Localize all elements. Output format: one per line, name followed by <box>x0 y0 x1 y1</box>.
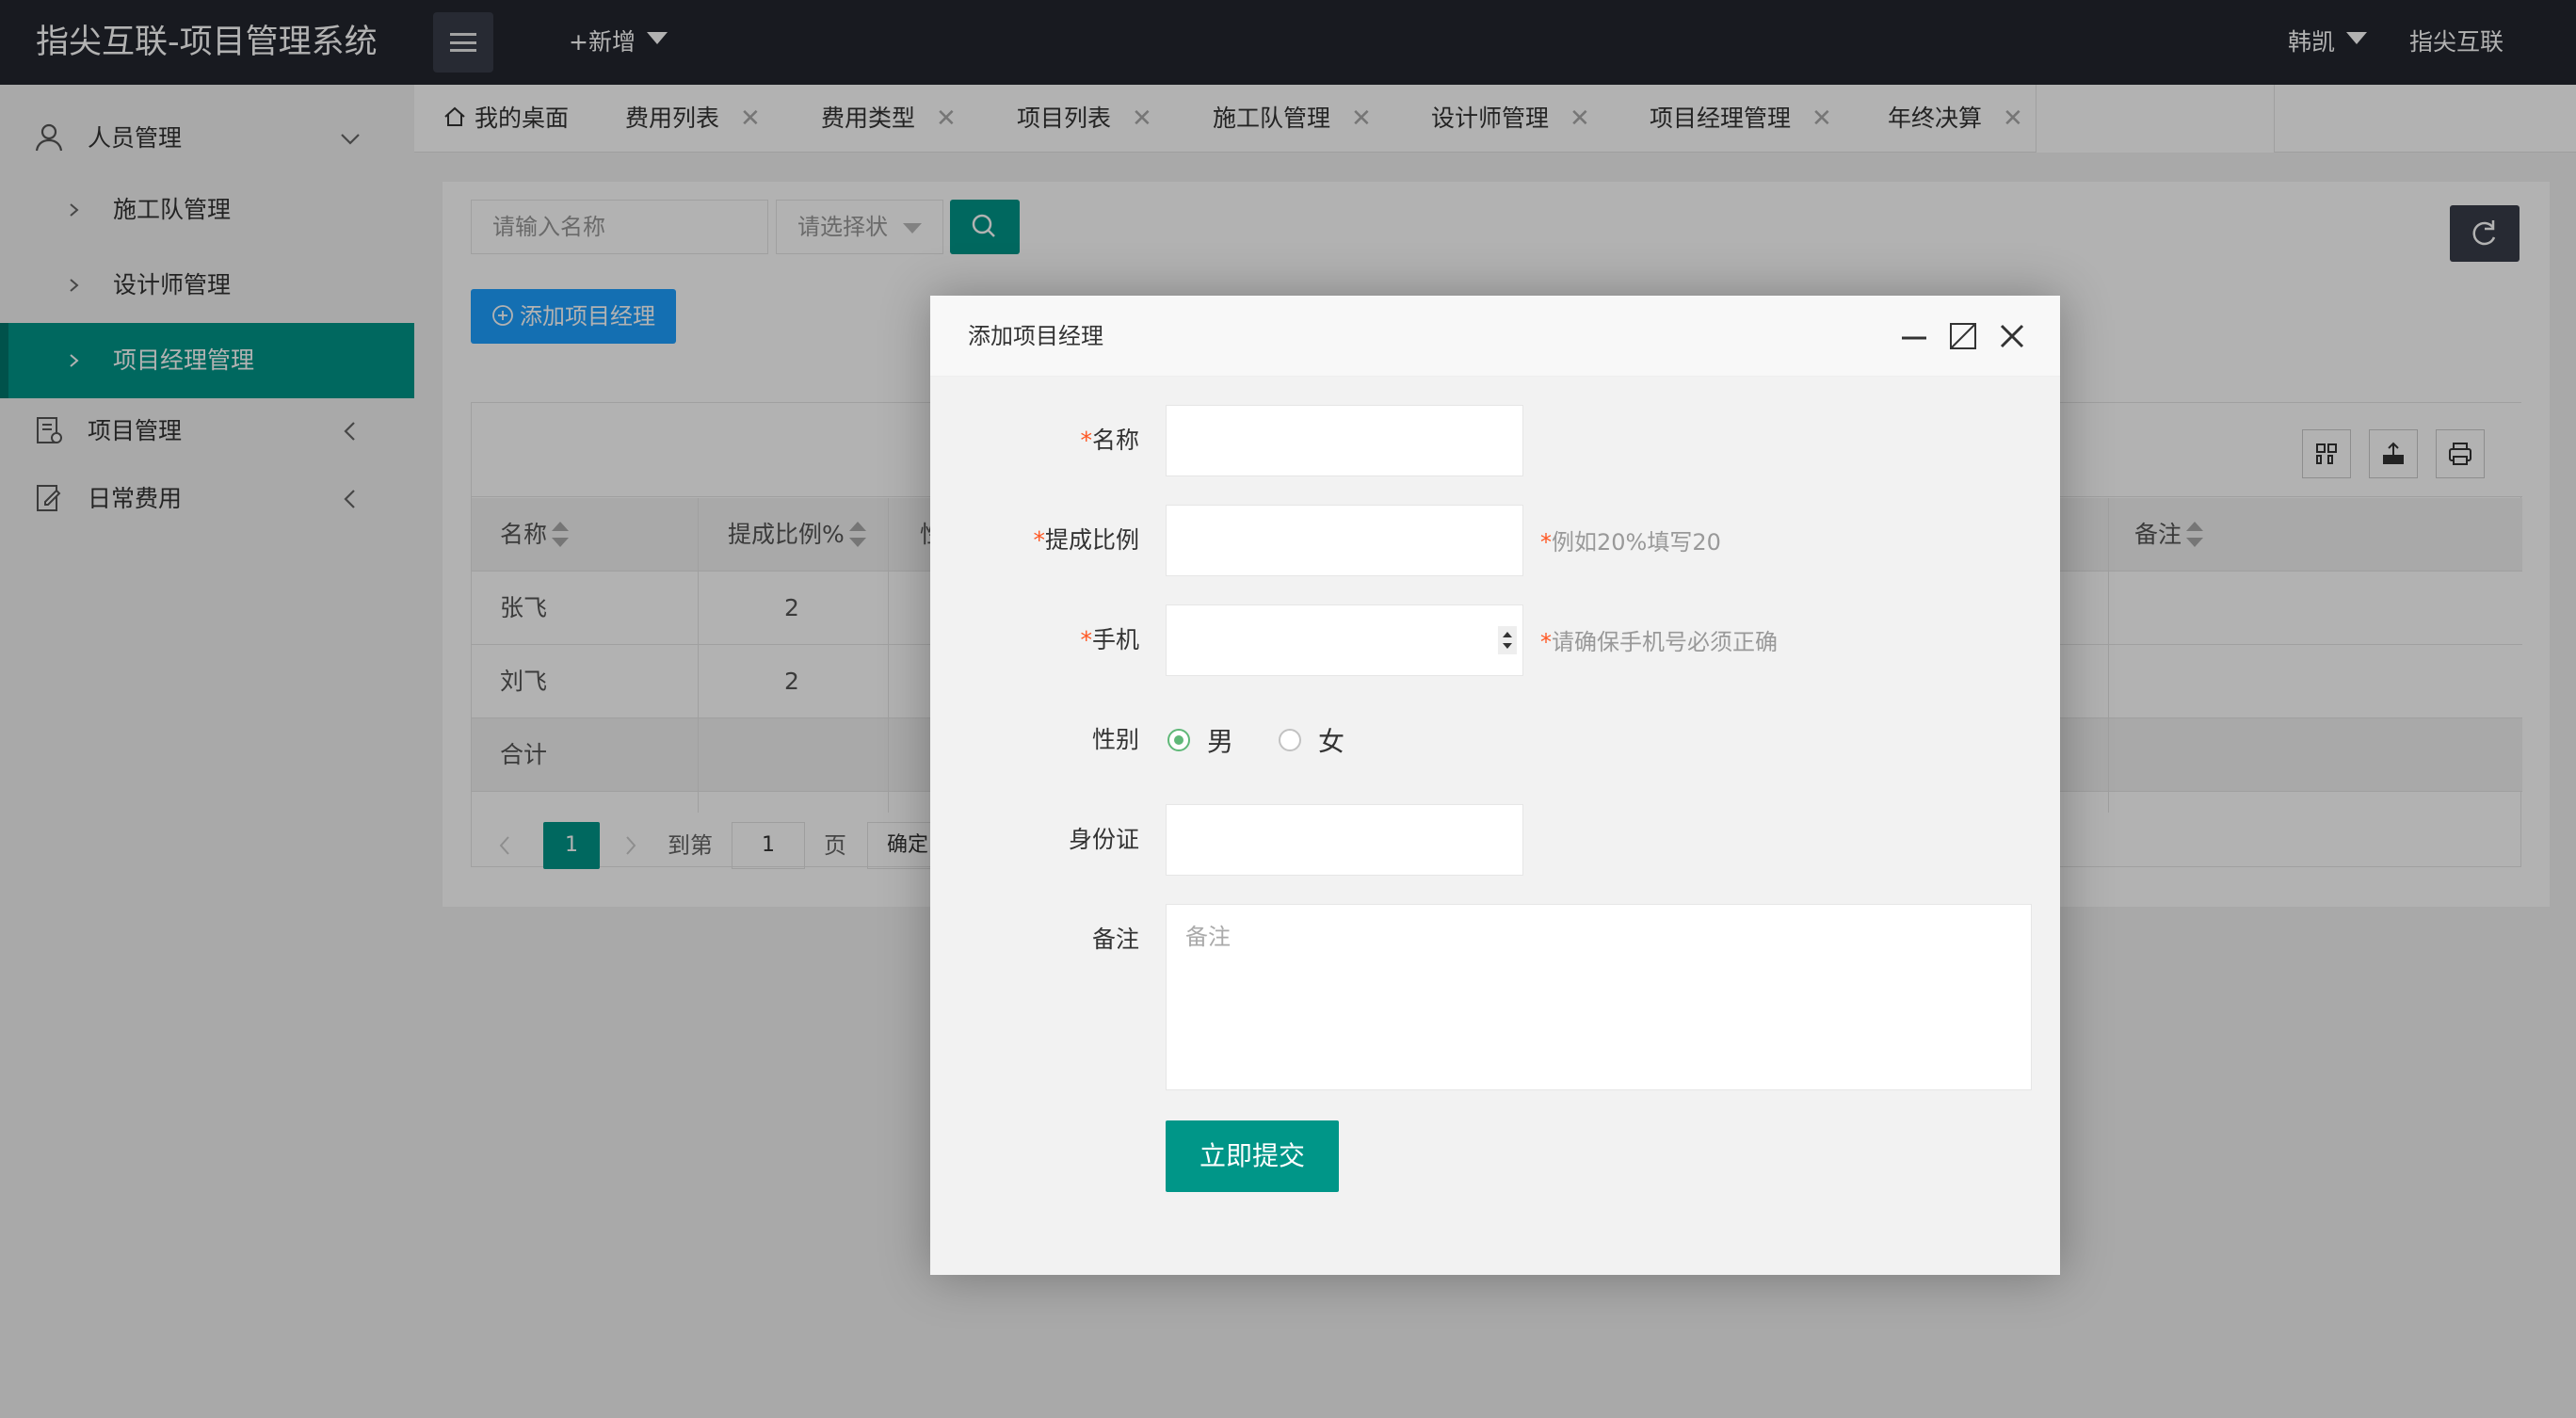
phone-field[interactable] <box>1166 604 1523 676</box>
dialog-header: 添加项目经理 <box>930 296 2060 377</box>
gender-field-label: 性别 <box>1091 726 1139 753</box>
number-spinner-icon[interactable] <box>1498 626 1517 654</box>
gender-male-radio[interactable] <box>1167 729 1190 751</box>
add-project-manager-dialog: 添加项目经理 *名称 *提成比例 *例如20%填写20 *手机 *请确保手机号必… <box>930 296 2060 1275</box>
phone-field-label: *手机 <box>930 621 1139 655</box>
maximize-icon[interactable] <box>1947 320 1979 352</box>
name-label-text: 名称 <box>1091 427 1139 454</box>
ratio-hint: *例如20%填写20 <box>1540 524 1721 556</box>
remark-field-label: 备注 <box>1091 926 1139 953</box>
gender-female-label[interactable]: 女 <box>1318 721 1344 759</box>
gender-male-label[interactable]: 男 <box>1207 721 1233 759</box>
id-card-field[interactable] <box>1166 804 1523 876</box>
ratio-field-label: *提成比例 <box>930 522 1139 556</box>
ratio-hint-text: 例如20%填写20 <box>1552 529 1721 556</box>
id-card-field-label: 身份证 <box>1068 826 1139 853</box>
required-mark: * <box>1540 529 1552 556</box>
phone-label-text: 手机 <box>1091 626 1139 653</box>
ratio-label-text: 提成比例 <box>1044 526 1139 554</box>
required-mark: * <box>1080 427 1092 454</box>
close-icon[interactable] <box>1996 320 2028 352</box>
remark-textarea[interactable]: 备注 <box>1166 904 2032 1090</box>
required-mark: * <box>1033 526 1045 554</box>
phone-hint-text: 请确保手机号必须正确 <box>1552 629 1778 655</box>
minimize-icon[interactable] <box>1898 320 1930 352</box>
name-field-label: *名称 <box>930 422 1139 456</box>
gender-female-radio[interactable] <box>1279 729 1301 751</box>
ratio-field[interactable] <box>1166 505 1523 576</box>
name-field[interactable] <box>1166 405 1523 476</box>
submit-button[interactable]: 立即提交 <box>1166 1120 1339 1192</box>
required-mark: * <box>1540 629 1552 655</box>
required-mark: * <box>1080 626 1092 653</box>
phone-hint: *请确保手机号必须正确 <box>1540 623 1778 656</box>
dialog-title: 添加项目经理 <box>968 323 1103 349</box>
